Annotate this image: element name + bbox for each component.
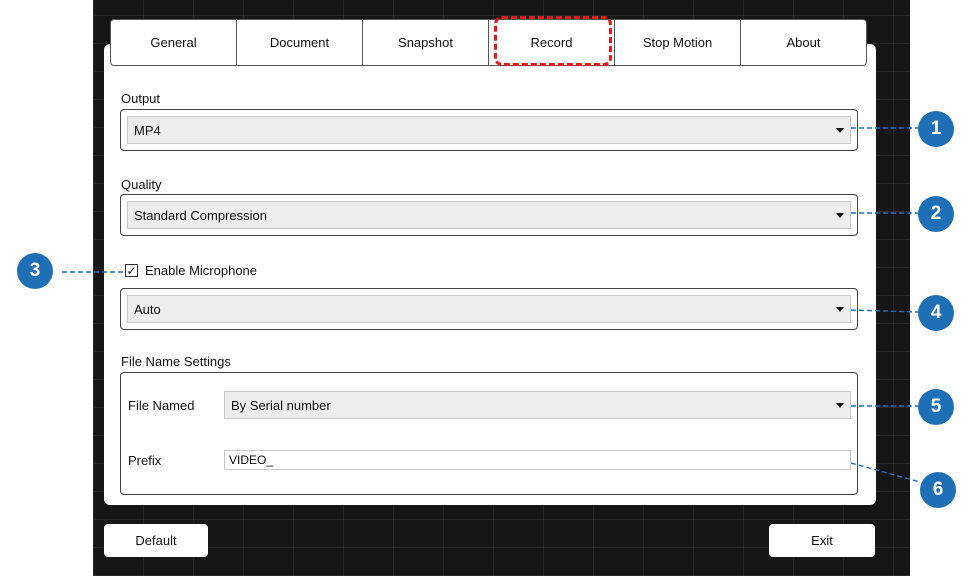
callout-badge-6: 6 xyxy=(920,472,956,508)
callout-badge-5: 5 xyxy=(918,389,954,425)
callout-badge-4: 4 xyxy=(918,295,954,331)
callout-lines xyxy=(62,127,921,483)
callout-badge-1: 1 xyxy=(918,111,954,147)
callout-badge-2: 2 xyxy=(918,196,954,232)
callout-badge-3: 3 xyxy=(17,253,53,289)
